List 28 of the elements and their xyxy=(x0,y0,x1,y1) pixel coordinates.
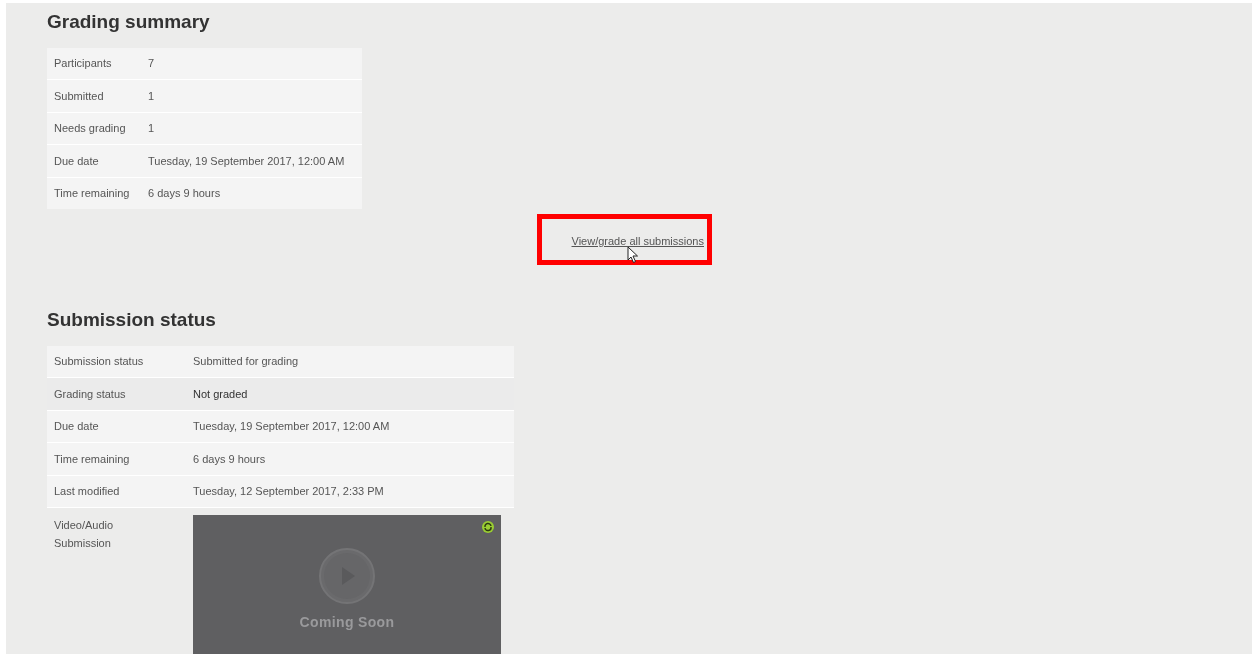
table-cell-text: 1 xyxy=(148,121,155,136)
table-cell-text: Due date xyxy=(54,419,100,434)
table-cell-text: Tuesday, 19 September 2017, 12:00 AM xyxy=(193,419,390,434)
table-cell-text: Tuesday, 12 September 2017, 2:33 PM xyxy=(193,484,384,499)
table-cell-text: 6 days 9 hours xyxy=(193,451,266,467)
table-cell-text: 7 xyxy=(148,56,155,71)
table-cell-text: Participants xyxy=(54,56,113,71)
table-cell-text: Submitted for grading xyxy=(193,354,299,369)
refresh-icon xyxy=(482,521,494,533)
table-cell-text: Last modified xyxy=(54,484,121,499)
section-heading: Submission status xyxy=(47,308,216,332)
table-cell-text: Submitted xyxy=(54,88,105,104)
section-heading: Grading summary xyxy=(47,10,210,34)
play-icon xyxy=(319,548,375,604)
table-cell-text: Time remaining xyxy=(54,186,131,201)
cursor-icon xyxy=(627,246,639,264)
table-cell-text: 6 days 9 hours xyxy=(148,186,221,201)
table-cell-text: Video/Audio Submission xyxy=(54,518,115,551)
table-cell-text: Tuesday, 19 September 2017, 12:00 AM xyxy=(148,153,345,169)
view-submissions-link[interactable]: View/grade all submissions xyxy=(571,232,704,250)
table-cell-text: 1 xyxy=(148,88,155,104)
table-cell-text: Due date xyxy=(54,153,100,169)
table-cell-text: Grading status xyxy=(54,386,127,402)
table-cell-text: Submission status xyxy=(54,354,145,369)
table-cell-text: Needs grading xyxy=(54,121,127,136)
table-cell-text: Time remaining xyxy=(54,451,131,467)
table-cell-text: Not graded xyxy=(193,386,248,402)
player-caption: Coming Soon xyxy=(299,613,395,632)
